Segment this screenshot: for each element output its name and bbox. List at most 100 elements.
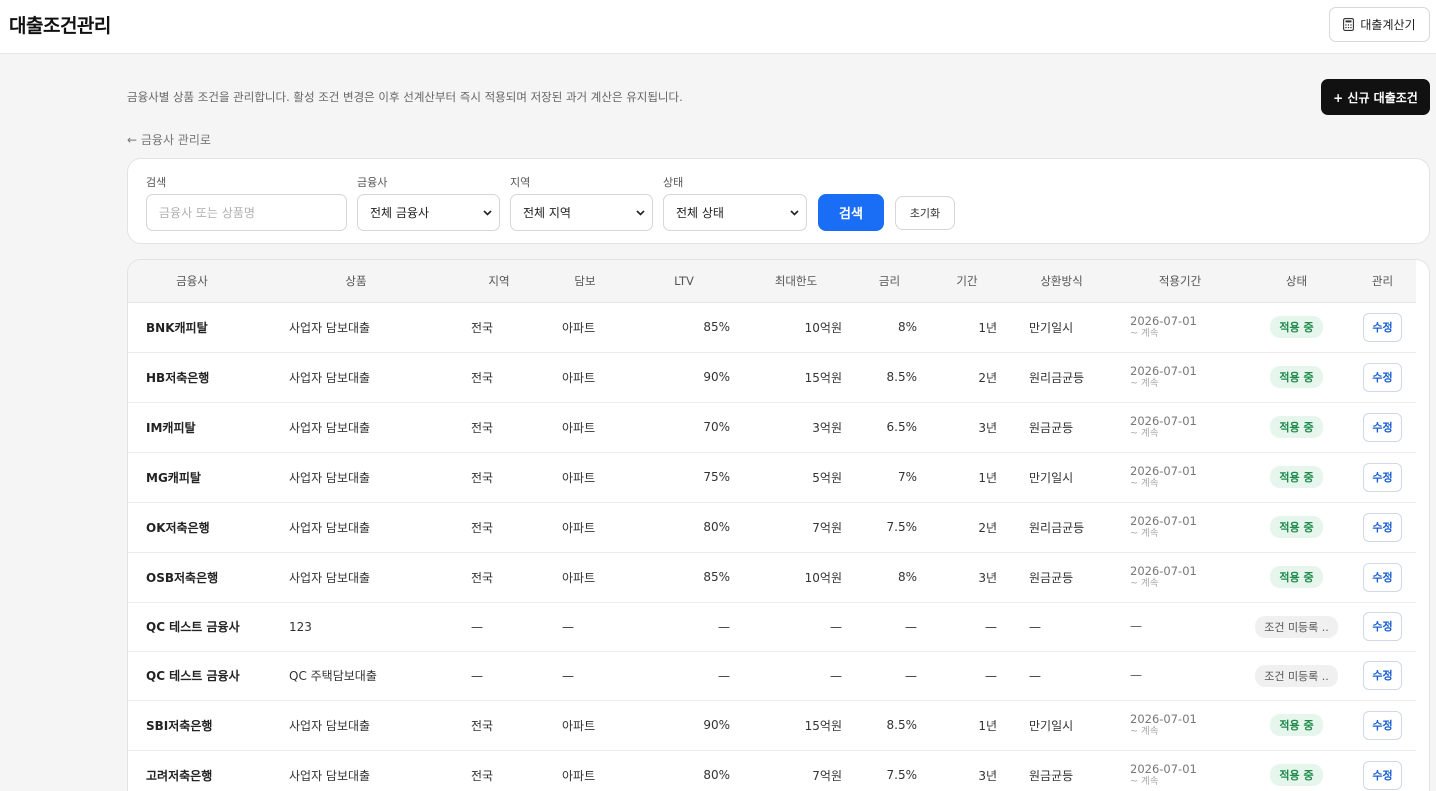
table-row: MG캐피탈 사업자 담보대출 전국 아파트 75% 5억원 7% 1년 만기일시 2026-07-… [128,452,1416,502]
status-badge: 적용 중 [1270,566,1323,588]
cell-limit: — [830,619,842,634]
cell-repayment-method: 원리금균등 [1029,370,1085,385]
cell-actions: 수정 [1349,302,1416,352]
loan-calculator-label: 대출계산기 [1360,18,1416,32]
cell-limit: 5억원 [812,470,842,485]
cell-lender: IM캐피탈 [146,420,196,435]
period-end: ~ 계속 [1130,776,1159,788]
cell-product: 사업자 담보대출 [289,470,371,485]
cell-actions: 수정 [1349,352,1416,402]
cell-collateral: 아파트 [562,570,596,585]
edit-button[interactable]: 수정 [1363,512,1402,542]
status-badge: 적용 중 [1270,366,1323,388]
cell-rate: — [905,668,917,683]
cell-ltv: 85% [703,570,730,584]
cell-ltv: 80% [703,520,730,534]
cell-region: 전국 [471,320,494,335]
period-end: ~ 계속 [1130,528,1159,540]
cell-region: 전국 [471,768,494,783]
search-input[interactable] [146,194,347,231]
status-badge: 조건 미등록 .. [1255,615,1338,638]
cell-product: 사업자 담보대출 [289,520,371,535]
cell-limit: 15억원 [804,718,842,733]
cell-status: 적용 중 [1244,552,1349,602]
cell-lender: HB저축은행 [146,370,210,385]
status-badge: 조건 미등록 .. [1255,664,1338,687]
edit-button[interactable]: 수정 [1363,661,1402,690]
cell-region: 전국 [471,520,494,535]
column-header: 금리 [852,260,927,303]
edit-button[interactable]: 수정 [1363,760,1402,790]
filter-panel: 검색 금융사 전체 금융사 지역 전체 지역 상태 전체 상태 검색 초기화 [127,158,1430,244]
table-row: BNK캐피탈 사업자 담보대출 전국 아파트 85% 10억원 8% 1년 만기일시 2026-0… [128,302,1416,352]
cell-lender: 고려저축은행 [146,768,213,783]
cell-term: 3년 [978,420,997,435]
cell-repayment-method: 만기일시 [1029,320,1074,335]
cell-collateral: 아파트 [562,520,596,535]
cell-status: 적용 중 [1244,502,1349,552]
edit-button[interactable]: 수정 [1363,362,1402,392]
cell-rate: 7.5% [886,520,918,534]
loan-calculator-button[interactable]: 대출계산기 [1329,7,1430,42]
edit-button[interactable]: 수정 [1363,462,1402,492]
cell-rate: 8% [897,320,917,334]
page-title: 대출조건관리 [9,15,111,37]
cell-ltv: 75% [703,470,730,484]
cell-collateral: — [562,668,574,683]
cell-lender: OSB저축은행 [146,570,219,585]
cell-actions: 수정 [1349,602,1416,651]
column-header: 적용기간 [1116,260,1244,303]
page-description: 금융사별 상품 조건을 관리합니다. 활성 조건 변경은 이후 선계산부터 즉시… [127,90,683,104]
table-row: OSB저축은행 사업자 담보대출 전국 아파트 85% 10억원 8% 3년 원금균등 2026-… [128,552,1416,602]
period-start: 2026-07-01 [1130,313,1197,328]
table-row: QC 테스트 금융사 123 — — — — — — — — 조건 미등록 .. 수정 [128,602,1416,651]
cell-region: 전국 [471,420,494,435]
cell-status: 적용 중 [1244,402,1349,452]
search-button[interactable]: 검색 [818,194,884,231]
cell-collateral: 아파트 [562,420,596,435]
loan-conditions-table: 금융사 상품 지역 담보 LTV 최대한도 금리 기간 상환방식 적용기간 상태… [128,260,1416,791]
cell-repayment-method: 원리금균등 [1029,520,1085,535]
lender-select[interactable]: 전체 금융사 [357,194,500,231]
cell-term: 1년 [978,470,997,485]
cell-status: 적용 중 [1244,700,1349,750]
cell-repayment-method: 원금균등 [1029,420,1074,435]
status-select[interactable]: 전체 상태 [663,194,807,231]
period-start: 2026-07-01 [1130,761,1197,776]
back-to-lenders-link[interactable]: ← 금융사 관리로 [127,131,211,148]
edit-button[interactable]: 수정 [1363,412,1402,442]
cell-product: QC 주택담보대출 [289,669,377,683]
edit-button[interactable]: 수정 [1363,562,1402,592]
cell-actions: 수정 [1349,552,1416,602]
cell-lender: QC 테스트 금융사 [146,669,240,683]
cell-limit: 10억원 [804,320,842,335]
period-end: ~ 계속 [1130,726,1159,738]
table-row: QC 테스트 금융사 QC 주택담보대출 — — — — — — — — 조건 미등록 .. 수정 [128,651,1416,700]
new-loan-condition-button[interactable]: + 신규 대출조건 [1321,79,1430,115]
cell-period: 2026-07-01 ~ 계속 [1116,452,1244,502]
period-start: 2026-07-01 [1130,711,1197,726]
table-row: OK저축은행 사업자 담보대출 전국 아파트 80% 7억원 7.5% 2년 원리금균등 2026… [128,502,1416,552]
reset-button[interactable]: 초기화 [895,196,955,230]
top-bar: 대출조건관리 대출계산기 [0,0,1436,54]
edit-button[interactable]: 수정 [1363,612,1402,641]
cell-product: 사업자 담보대출 [289,420,371,435]
edit-button[interactable]: 수정 [1363,710,1402,740]
period-end: ~ 계속 [1130,478,1159,490]
cell-period: — [1116,651,1244,700]
cell-rate: 7% [897,470,917,484]
period-end: ~ 계속 [1130,428,1159,440]
cell-lender: QC 테스트 금융사 [146,620,240,634]
cell-ltv: 80% [703,768,730,782]
period-start: — [1130,619,1142,633]
cell-product: 사업자 담보대출 [289,570,371,585]
cell-period: 2026-07-01 ~ 계속 [1116,700,1244,750]
cell-status: 적용 중 [1244,452,1349,502]
cell-repayment-method: — [1029,668,1041,683]
cell-status: 적용 중 [1244,352,1349,402]
edit-button[interactable]: 수정 [1363,312,1402,342]
region-select[interactable]: 전체 지역 [510,194,653,231]
cell-ltv: 70% [703,420,730,434]
period-start: 2026-07-01 [1130,413,1197,428]
cell-term: 3년 [978,768,997,783]
